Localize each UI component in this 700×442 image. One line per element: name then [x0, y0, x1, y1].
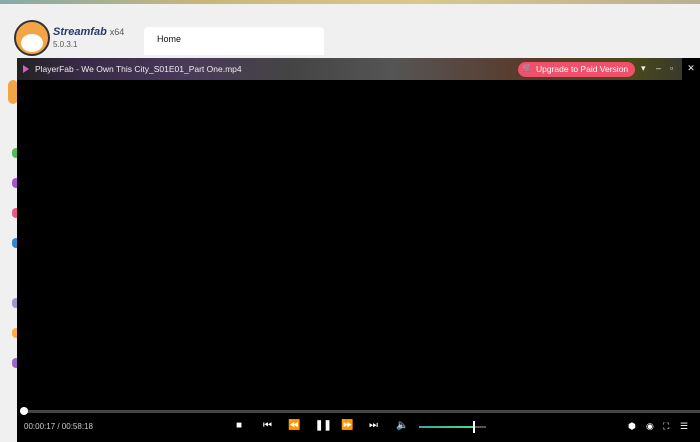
player-title: PlayerFab - We Own This City_S01E01_Part…	[35, 64, 242, 74]
seek-handle[interactable]	[20, 407, 29, 415]
volume-handle[interactable]	[472, 421, 475, 433]
tab-home[interactable]: Home	[144, 27, 324, 55]
close-icon[interactable]: ✕	[682, 58, 700, 80]
playlist-icon[interactable]: ☰	[680, 420, 688, 432]
next-icon[interactable]: ⏭	[369, 420, 378, 432]
maximize-icon[interactable]: ▫	[670, 63, 673, 73]
volume-icon[interactable]: 🔈	[396, 420, 408, 432]
volume-fill	[419, 426, 473, 428]
desktop-strip	[0, 0, 700, 4]
3d-icon[interactable]: ⬢	[628, 420, 636, 432]
app-version: 5.0.3.1	[53, 40, 78, 49]
volume-slider[interactable]	[419, 421, 486, 433]
app-name: Streamfab x64	[53, 26, 124, 38]
time-display: 00:00:17 / 00:58:18	[24, 422, 93, 431]
previous-icon[interactable]: ⏮	[263, 420, 272, 432]
playerfab-logo-icon	[23, 65, 29, 73]
rewind-icon[interactable]: ⏪	[288, 420, 300, 432]
streamfab-logo	[14, 20, 50, 56]
fast-forward-icon[interactable]: ⏩	[341, 420, 353, 432]
menu-icon[interactable]: ▾	[641, 63, 646, 74]
seek-bar[interactable]	[20, 407, 700, 415]
player-titlebar: PlayerFab - We Own This City_S01E01_Part…	[17, 58, 700, 80]
upgrade-button[interactable]: Upgrade to Paid Version	[518, 62, 635, 77]
player-window: PlayerFab - We Own This City_S01E01_Part…	[17, 58, 700, 442]
fullscreen-icon[interactable]: ⛶	[663, 420, 669, 432]
eye-icon[interactable]: ◉	[646, 420, 654, 432]
stop-icon[interactable]: ■	[236, 420, 242, 432]
pause-icon[interactable]: ❚❚	[315, 420, 332, 432]
minimize-icon[interactable]: –	[656, 63, 661, 73]
app-name-text: Streamfab	[53, 26, 107, 38]
app-arch: x64	[109, 27, 125, 37]
